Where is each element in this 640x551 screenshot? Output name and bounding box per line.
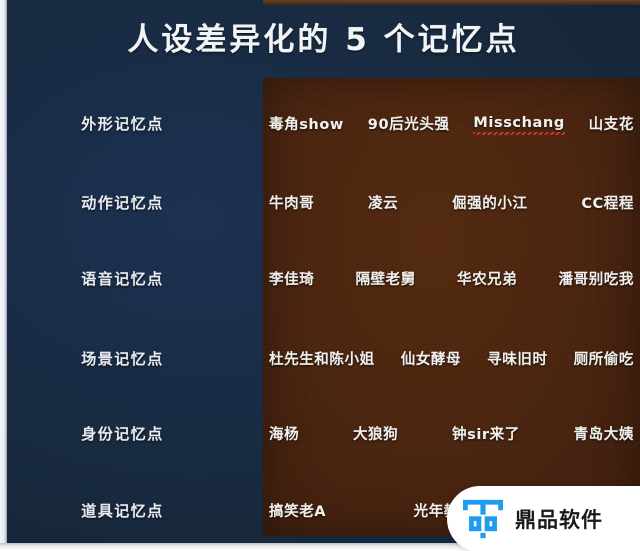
list-item: 杜先生和陈小姐: [269, 351, 375, 368]
list-item: 大狼狗: [352, 426, 399, 443]
list-item: 搞笑老A: [269, 503, 327, 520]
row-label-2: 语音记忆点: [81, 269, 164, 288]
list-item: 海杨: [269, 426, 300, 443]
list-item: CC程程: [581, 195, 634, 212]
memory-point-rows: 外形记忆点 毒角show 90后光头强 Misschang 山支花 动作记忆点 …: [0, 0, 640, 551]
row-label-3: 场景记忆点: [81, 349, 164, 368]
list-item: 90后光头强: [367, 116, 450, 133]
table-row: 语音记忆点 李佳琦 隔壁老舅 华农兄弟 潘哥别吃我: [0, 259, 640, 297]
row-items-1: 牛肉哥 凌云 倔强的小江 CC程程: [263, 192, 640, 213]
list-item: 牛肉哥: [269, 195, 315, 212]
list-item: 钟sir来了: [451, 426, 520, 443]
ding-logo-icon: [463, 499, 503, 539]
left-edge-strip: [0, 0, 7, 551]
page-title: 人设差异化的 5 个记忆点: [127, 22, 520, 58]
row-items-3: 杜先生和陈小姐 仙女酵母 寻味旧时 厕所偷吃: [263, 348, 640, 369]
row-label-0: 外形记忆点: [81, 114, 164, 133]
watermark: 鼎品软件: [447, 486, 640, 551]
list-item: 厕所偷吃: [573, 351, 634, 368]
row-items-2: 李佳琦 隔壁老舅 华农兄弟 潘哥别吃我: [263, 268, 640, 289]
list-item: 华农兄弟: [456, 271, 518, 288]
watermark-text: 鼎品软件: [515, 508, 603, 532]
table-row: 身份记忆点 海杨 大狼狗 钟sir来了 青岛大姨: [0, 414, 640, 452]
row-label-1: 动作记忆点: [81, 193, 164, 212]
slide-screenshot: 人设差异化的 5 个记忆点 外形记忆点 毒角show 90后光头强 Missch…: [0, 0, 640, 551]
row-label-5: 道具记忆点: [81, 501, 164, 520]
list-item: 隔壁老舅: [355, 271, 416, 288]
list-item: 寻味旧时: [487, 351, 548, 368]
list-item-misspelled: Misschang: [473, 115, 566, 135]
list-item: 李佳琦: [269, 271, 315, 288]
list-item: 仙女酵母: [400, 351, 462, 368]
row-items-0: 毒角show 90后光头强 Misschang 山支花: [263, 113, 640, 135]
table-row: 外形记忆点 毒角show 90后光头强 Misschang 山支花: [0, 104, 640, 142]
table-row: 场景记忆点 杜先生和陈小姐 仙女酵母 寻味旧时 厕所偷吃: [0, 339, 640, 377]
list-item: 毒角show: [269, 116, 344, 133]
list-item: 潘哥别吃我: [558, 271, 634, 288]
list-item: 凌云: [368, 195, 399, 212]
list-item: 倔强的小江: [452, 195, 528, 212]
row-label-4: 身份记忆点: [81, 424, 164, 443]
table-row: 动作记忆点 牛肉哥 凌云 倔强的小江 CC程程: [0, 183, 640, 221]
list-item: 山支花: [588, 116, 634, 133]
row-items-4: 海杨 大狼狗 钟sir来了 青岛大姨: [263, 423, 640, 444]
list-item: 青岛大姨: [573, 426, 634, 443]
